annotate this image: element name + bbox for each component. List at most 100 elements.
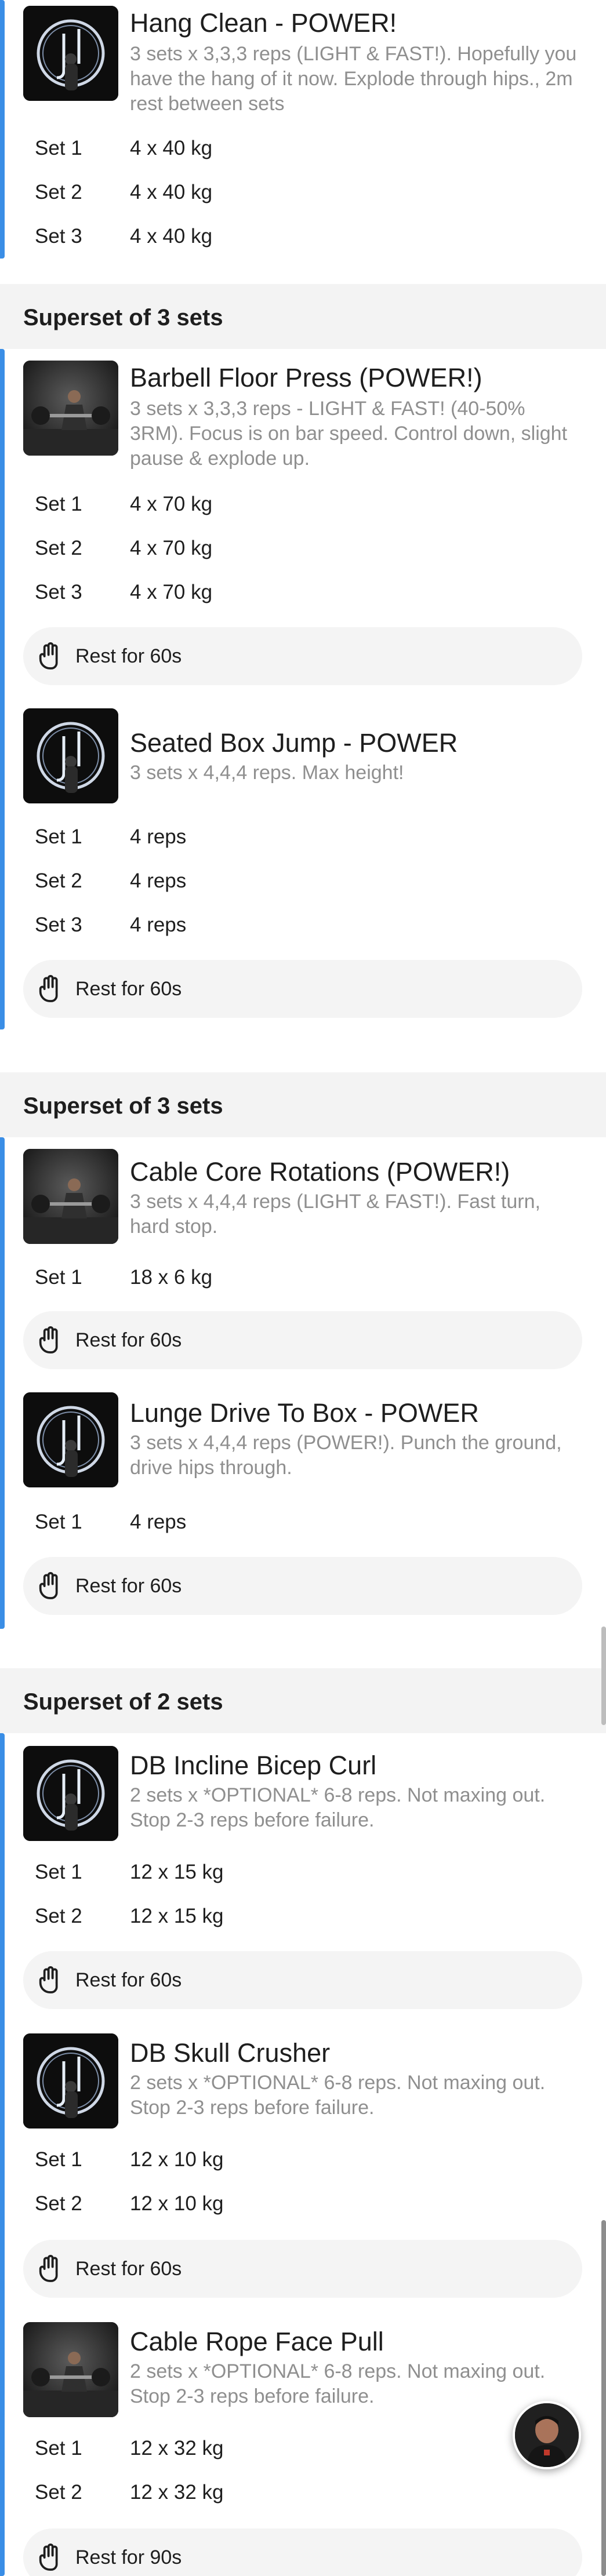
rest-timer[interactable]: Rest for 60s [23,1557,582,1615]
rest-timer[interactable]: Rest for 60s [23,627,582,685]
superset-header: Superset of 2 sets [0,1668,606,1733]
set-value: 12 x 32 kg [130,2437,224,2459]
rest-label: Rest for 60s [75,2258,182,2280]
set-row[interactable]: Set 1 18 x 6 kg [0,1266,606,1301]
exercise-thumbnail[interactable] [23,2033,118,2129]
set-label: Set 1 [35,2437,82,2459]
set-label: Set 3 [35,225,82,248]
exercise-title[interactable]: Cable Rope Face Pull [130,2327,384,2357]
set-label: Set 1 [35,825,82,848]
superset-title: Superset of 2 sets [23,1689,223,1715]
exercise-thumbnail[interactable] [23,1149,118,1244]
set-row[interactable]: Set 1 12 x 10 kg [0,2148,606,2183]
set-value: 4 reps [130,825,187,848]
set-row[interactable]: Set 3 4 reps [0,914,606,948]
set-label: Set 1 [35,493,82,515]
exercise-title[interactable]: Seated Box Jump - POWER [130,728,458,758]
exercise-thumbnail[interactable] [23,6,118,101]
set-label: Set 2 [35,2481,82,2504]
exercise-thumbnail[interactable] [23,361,118,456]
hand-stop-icon [39,975,58,1002]
set-row[interactable]: Set 1 12 x 15 kg [0,1861,606,1895]
superset-header: Superset of 3 sets [0,284,606,349]
set-value: 4 x 70 kg [130,493,213,515]
set-label: Set 3 [35,581,82,603]
set-label: Set 2 [35,869,82,892]
exercise-thumbnail[interactable] [23,2322,118,2417]
coach-avatar-button[interactable] [513,2401,581,2469]
set-label: Set 2 [35,181,82,203]
rest-label: Rest for 90s [75,2546,182,2568]
superset-title: Superset of 3 sets [23,1093,223,1119]
set-value: 18 x 6 kg [130,1266,213,1289]
exercise-thumbnail[interactable] [23,1392,118,1487]
set-value: 12 x 10 kg [130,2192,224,2215]
rest-timer[interactable]: Rest for 60s [23,2240,582,2298]
set-row[interactable]: Set 1 4 x 70 kg [0,493,606,527]
exercise-title[interactable]: Hang Clean - POWER! [130,8,397,38]
exercise-description: 2 sets x *OPTIONAL* 6-8 reps. Not maxing… [130,2360,546,2407]
rest-label: Rest for 60s [75,1329,182,1351]
set-label: Set 2 [35,1905,82,1927]
exercise-title[interactable]: Lunge Drive To Box - POWER [130,1398,479,1428]
set-row[interactable]: Set 1 4 x 40 kg [0,137,606,172]
exercise-description: 2 sets x *OPTIONAL* 6-8 reps. Not maxing… [130,1784,546,1831]
set-row[interactable]: Set 2 12 x 15 kg [0,1905,606,1940]
set-row[interactable]: Set 2 12 x 10 kg [0,2192,606,2227]
scrollbar-thumb[interactable] [601,1627,606,1725]
exercise-description: 3 sets x 3,3,3 reps - LIGHT & FAST! (40-… [130,398,568,470]
hand-stop-icon [39,1966,58,1993]
rest-label: Rest for 60s [75,1969,182,1991]
set-row[interactable]: Set 2 12 x 32 kg [0,2481,606,2516]
set-value: 12 x 15 kg [130,1905,224,1927]
set-value: 12 x 10 kg [130,2148,224,2171]
set-row[interactable]: Set 2 4 x 70 kg [0,537,606,572]
set-label: Set 3 [35,914,82,936]
exercise-title[interactable]: Cable Core Rotations (POWER!) [130,1157,510,1187]
block-accent-bar [0,1137,5,1629]
set-value: 4 x 70 kg [130,537,213,559]
set-row[interactable]: Set 1 4 reps [0,1511,606,1545]
exercise-description: 3 sets x 4,4,4 reps (LIGHT & FAST!). Fas… [130,1191,540,1238]
hand-stop-icon [39,1572,58,1599]
set-row[interactable]: Set 3 4 x 40 kg [0,225,606,260]
hand-stop-icon [39,2544,58,2571]
rest-timer[interactable]: Rest for 60s [23,1951,582,2009]
exercise-title[interactable]: DB Incline Bicep Curl [130,1751,376,1781]
hand-stop-icon [39,2255,58,2282]
exercise-title[interactable]: Barbell Floor Press (POWER!) [130,363,482,393]
set-value: 12 x 32 kg [130,2481,224,2504]
set-label: Set 1 [35,1266,82,1289]
exercise-description: 2 sets x *OPTIONAL* 6-8 reps. Not maxing… [130,2072,546,2119]
rest-label: Rest for 60s [75,1575,182,1597]
rest-label: Rest for 60s [75,645,182,667]
set-row[interactable]: Set 2 4 x 40 kg [0,181,606,216]
rest-timer[interactable]: Rest for 60s [23,1311,582,1369]
set-label: Set 1 [35,137,82,159]
set-row[interactable]: Set 3 4 x 70 kg [0,581,606,616]
rest-label: Rest for 60s [75,978,182,1000]
set-row[interactable]: Set 2 4 reps [0,869,606,904]
set-value: 4 reps [130,1511,187,1533]
avatar [515,2403,579,2467]
set-value: 12 x 15 kg [130,1861,224,1883]
set-label: Set 2 [35,537,82,559]
rest-timer[interactable]: Rest for 90s [23,2528,582,2576]
hand-stop-icon [39,1326,58,1354]
set-row[interactable]: Set 1 4 reps [0,825,606,860]
scrollbar-thumb[interactable] [601,2220,606,2576]
exercise-description: 3 sets x 3,3,3 reps (LIGHT & FAST!). Hop… [130,43,577,115]
exercise-thumbnail[interactable] [23,708,118,803]
superset-title: Superset of 3 sets [23,305,223,330]
hand-stop-icon [39,642,58,670]
set-label: Set 1 [35,1511,82,1533]
superset-header: Superset of 3 sets [0,1072,606,1137]
exercise-title[interactable]: DB Skull Crusher [130,2038,330,2068]
set-value: 4 x 40 kg [130,137,213,159]
set-value: 4 x 40 kg [130,181,213,203]
set-value: 4 x 40 kg [130,225,213,248]
set-label: Set 2 [35,2192,82,2215]
set-value: 4 reps [130,914,187,936]
rest-timer[interactable]: Rest for 60s [23,960,582,1018]
exercise-thumbnail[interactable] [23,1746,118,1841]
